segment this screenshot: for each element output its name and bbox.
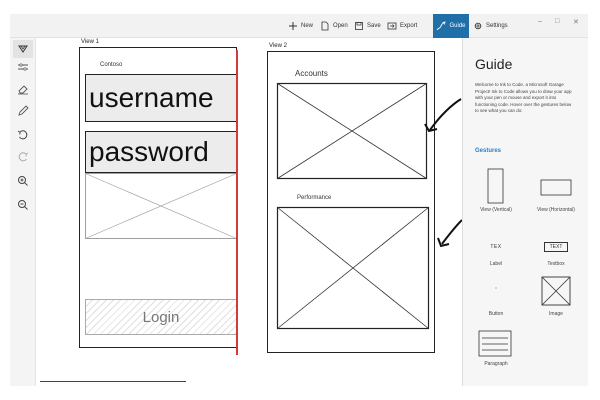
pen-tool[interactable]	[16, 104, 30, 118]
save-label: Save	[367, 23, 381, 29]
properties-tool[interactable]	[16, 60, 30, 74]
save-button[interactable]: Save	[354, 14, 381, 38]
undo-icon	[17, 130, 28, 140]
performance-heading: Performance	[297, 195, 332, 201]
login-text: Login	[142, 308, 180, 326]
settings-lines-icon	[18, 63, 28, 71]
gesture-label: View (Vertical)	[480, 207, 512, 213]
guide-button[interactable]: Guide	[433, 14, 469, 38]
pen-icon	[18, 105, 29, 116]
gesture-button-item[interactable]: Button	[469, 284, 523, 317]
gear-icon	[474, 22, 482, 30]
view1-label: View 1	[81, 39, 99, 45]
gesture-image-item[interactable]: Image	[529, 276, 583, 317]
gesture-label: Image	[549, 311, 563, 317]
eraser-tool[interactable]	[16, 82, 30, 96]
accounts-image-placeholder[interactable]	[276, 82, 428, 180]
settings-label: Settings	[486, 23, 508, 29]
guide-panel: Guide Welcome to Ink to Code, a Microsof…	[462, 38, 588, 386]
open-label: Open	[333, 23, 348, 29]
guide-title: Guide	[475, 56, 513, 72]
zoom-out-tool[interactable]	[16, 198, 30, 212]
redo-tool[interactable]	[16, 150, 30, 164]
password-text: password	[89, 136, 209, 167]
label-sample: TEX	[490, 244, 502, 250]
gesture-label: Label	[489, 261, 503, 267]
redo-icon	[18, 152, 29, 162]
gesture-label: Button	[488, 311, 504, 317]
textbox-sample-wrap: TEXT	[529, 236, 583, 258]
view-horizontal-shape	[540, 179, 572, 196]
gesture-label: Paragraph	[484, 361, 508, 367]
username-input-sketch[interactable]: username	[85, 74, 237, 122]
textbox-sample: TEXT	[543, 242, 569, 252]
gesture-view-horizontal[interactable]: View (Horizontal)	[529, 168, 583, 213]
password-input-sketch[interactable]: password	[85, 131, 237, 173]
gesture-paragraph-item[interactable]: Paragraph	[469, 330, 523, 367]
save-icon	[355, 22, 363, 30]
eraser-icon	[18, 85, 28, 95]
ink-to-code-window: New Open Save Export Guide Settings – □ …	[10, 14, 588, 386]
new-button[interactable]: New	[288, 14, 313, 38]
export-button[interactable]: Export	[387, 14, 417, 38]
plus-icon	[289, 22, 297, 30]
document-icon	[321, 21, 329, 31]
red-divider-line	[236, 50, 238, 355]
drawing-canvas[interactable]: View 1 Contoso username password Login V…	[36, 38, 462, 386]
paragraph-shape	[478, 330, 512, 357]
minimize-button[interactable]: –	[538, 18, 542, 25]
close-button[interactable]: ✕	[573, 18, 579, 26]
top-toolbar: New Open Save Export Guide Settings – □ …	[10, 14, 588, 38]
gestures-heading: Gestures	[475, 148, 502, 154]
undo-tool[interactable]	[16, 128, 30, 142]
maximize-button[interactable]: □	[555, 18, 559, 25]
export-label: Export	[400, 23, 418, 29]
new-label: New	[301, 23, 314, 29]
settings-button[interactable]: Settings	[473, 14, 508, 38]
gesture-label: Textbox	[547, 261, 565, 267]
gesture-view-vertical[interactable]: View (Vertical)	[469, 168, 523, 213]
image-shape	[541, 276, 571, 306]
gesture-label: View (Horizontal)	[537, 207, 575, 213]
open-button[interactable]: Open	[320, 14, 348, 38]
username-text: username	[89, 82, 214, 113]
zoom-in-tool[interactable]	[16, 174, 30, 188]
canvas-scroll-line	[40, 381, 186, 382]
view-vertical-shape	[487, 168, 504, 204]
button-shape	[495, 287, 497, 289]
left-toolbar	[10, 38, 36, 386]
export-icon	[387, 22, 397, 30]
accounts-heading: Accounts	[295, 69, 328, 78]
guide-description: Welcome to Ink to Code, a Microsoft Gara…	[475, 82, 572, 113]
arrow-ink-stroke	[424, 98, 462, 133]
zoom-in-icon	[18, 176, 28, 186]
select-icon	[18, 45, 28, 53]
guide-label: Guide	[449, 23, 466, 29]
guide-icon	[437, 21, 446, 31]
view1-image-placeholder[interactable]	[85, 173, 237, 239]
zoom-out-icon	[18, 200, 28, 210]
arrow-ink-stroke	[437, 219, 462, 248]
gesture-textbox-item[interactable]: TEXT Textbox	[529, 236, 583, 267]
login-button-sketch[interactable]: Login	[85, 299, 237, 335]
select-tool[interactable]	[13, 40, 33, 58]
view2-label: View 2	[269, 43, 287, 49]
contoso-heading: Contoso	[100, 62, 123, 68]
performance-image-placeholder[interactable]	[276, 206, 430, 330]
gesture-label-item[interactable]: TEX Label	[469, 236, 523, 267]
